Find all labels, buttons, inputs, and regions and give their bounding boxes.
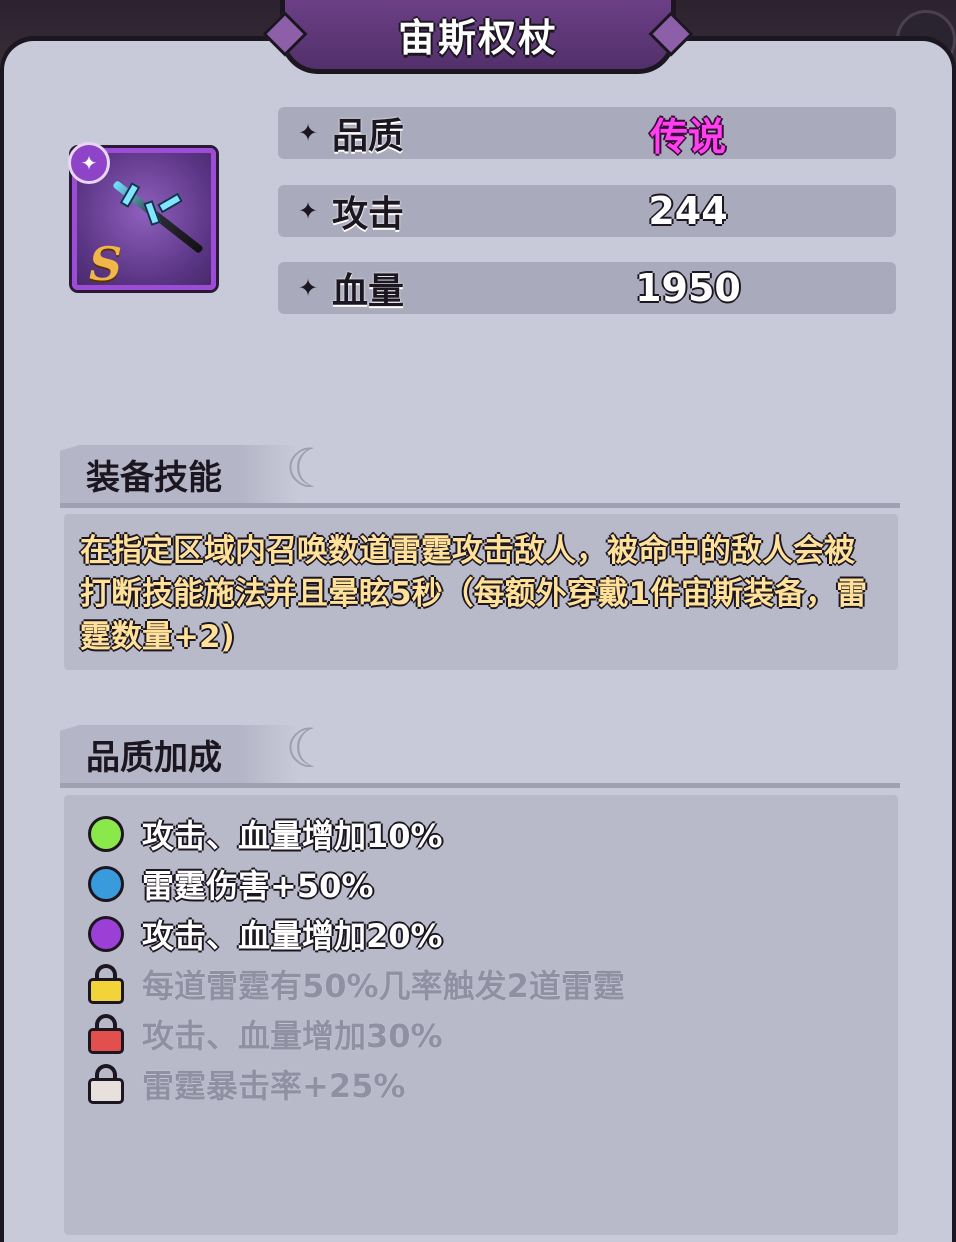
bonus-item: 攻击、血量增加10% (88, 809, 898, 859)
bonus-text: 每道雷霆有50%几率触发2道雷霆 (142, 967, 625, 1005)
blue-dot-icon (88, 866, 124, 902)
red-lock-icon (88, 1014, 124, 1054)
bonus-text: 雷霆伤害+50% (142, 867, 374, 905)
yellow-lock-icon (88, 964, 124, 1004)
item-title: 宙斯权杖 (397, 16, 558, 60)
sparkle-icon: ✦ (298, 119, 319, 147)
stat-label: 品质 (332, 116, 405, 157)
bonus-text: 雷霆暴击率+25% (142, 1067, 406, 1105)
bonus-text: 攻击、血量增加10% (142, 817, 443, 855)
grade-label: S (89, 237, 123, 291)
green-dot-icon (88, 816, 124, 852)
skill-section-header: 装备技能 ☾ (60, 439, 900, 508)
skill-description-box: 在指定区域内召唤数道雷霆攻击敌人，被命中的敌人会被打断技能施法并且晕眩5秒（每额… (64, 514, 898, 670)
bonus-list: 攻击、血量增加10% 雷霆伤害+50% 攻击、血量增加20% 每道雷霆有50%几… (64, 795, 898, 1109)
bonus-text: 攻击、血量增加30% (142, 1017, 443, 1055)
lightning-shard-icon (157, 192, 183, 214)
moon-decoration-icon: ☾ (285, 717, 334, 780)
section-title: 品质加成 (86, 737, 222, 778)
section-title: 装备技能 (86, 457, 222, 498)
sparkle-icon: ✦ (298, 274, 319, 302)
moon-decoration-icon: ☾ (285, 437, 334, 500)
stat-row-hp: ✦ 血量 1950 (278, 262, 896, 314)
sparkle-icon: ✦ (298, 197, 319, 225)
white-lock-icon (88, 1064, 124, 1104)
stat-value: 244 (648, 189, 728, 233)
stat-row-quality: ✦ 品质 传说 (278, 107, 896, 159)
stat-label: 攻击 (332, 194, 405, 235)
scepter-icon: ✦ (68, 142, 110, 184)
bonus-item: 攻击、血量增加20% (88, 909, 898, 959)
bonus-item: 雷霆暴击率+25% (88, 1059, 898, 1109)
skill-description: 在指定区域内召唤数道雷霆攻击敌人，被命中的敌人会被打断技能施法并且晕眩5秒（每额… (80, 533, 868, 655)
title-plate: 宙斯权杖 (280, 0, 676, 74)
purple-dot-icon (88, 916, 124, 952)
section-tab: 品质加成 (60, 725, 300, 783)
stat-value: 1950 (635, 266, 741, 310)
stat-value: 传说 (649, 114, 726, 159)
bonus-item: 攻击、血量增加30% (88, 1009, 898, 1059)
stat-row-attack: ✦ 攻击 244 (278, 185, 896, 237)
stat-label: 血量 (332, 271, 405, 312)
bonus-item: 每道雷霆有50%几率触发2道雷霆 (88, 959, 898, 1009)
quality-section-header: 品质加成 ☾ (60, 719, 900, 788)
section-tab: 装备技能 (60, 445, 300, 503)
bonus-item: 雷霆伤害+50% (88, 859, 898, 909)
bonus-text: 攻击、血量增加20% (142, 917, 443, 955)
quality-bonus-box: 攻击、血量增加10% 雷霆伤害+50% 攻击、血量增加20% 每道雷霆有50%几… (64, 795, 898, 1235)
